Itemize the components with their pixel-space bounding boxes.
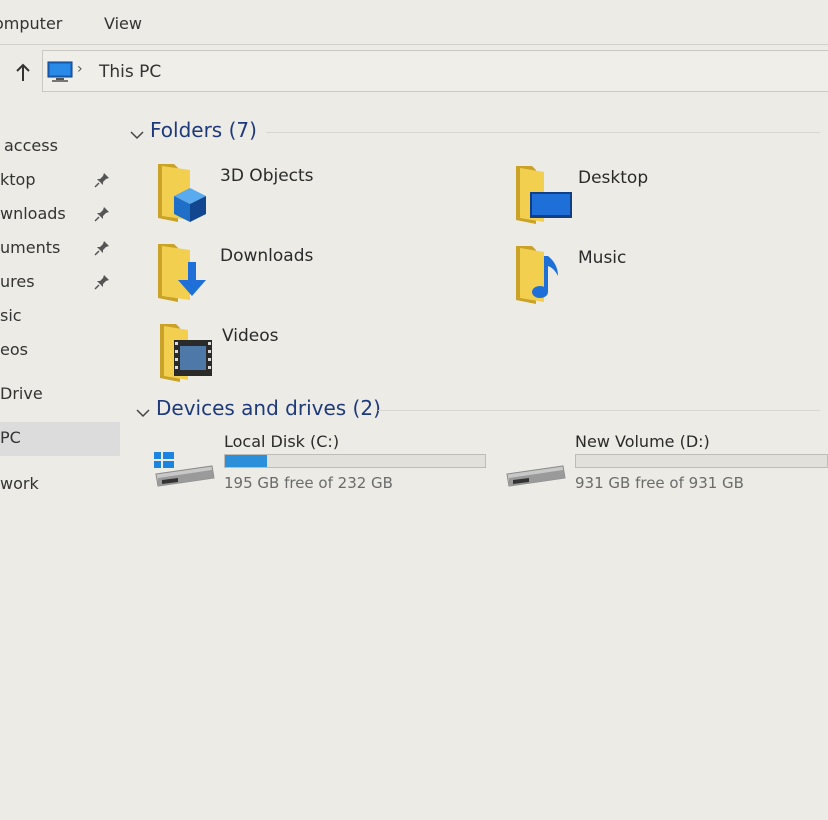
folder-label: Videos: [222, 326, 279, 346]
menu-divider: [0, 44, 828, 45]
drive-usage-bar: [224, 454, 486, 468]
pin-icon[interactable]: [94, 240, 110, 256]
sidebar-item-label: work: [0, 474, 39, 493]
devices-group-header[interactable]: Devices and drives (2): [130, 396, 820, 426]
navigation-bar: › This PC: [0, 48, 828, 96]
sidebar-item-downloads[interactable]: wnloads: [0, 200, 120, 230]
sidebar-item-onedrive[interactable]: Drive: [0, 380, 120, 410]
sidebar-item-label: wnloads: [0, 204, 66, 223]
folders-group-header[interactable]: Folders (7): [130, 118, 820, 148]
sidebar-item-label: sic: [0, 306, 22, 325]
folder-tile-desktop[interactable]: Desktop: [514, 162, 814, 232]
sidebar-item-this-pc[interactable]: PC: [0, 422, 120, 456]
drive-icon: [505, 438, 571, 490]
folder-label: Downloads: [220, 246, 314, 266]
music-folder-icon: [514, 242, 574, 306]
menu-view[interactable]: View: [104, 14, 142, 33]
drive-usage-fill: [225, 455, 267, 467]
content-pane: Folders (7) 3D Objects Desktop Downloads…: [122, 96, 828, 820]
drive-usage-bar: [575, 454, 828, 468]
folders-group-title: Folders (7): [150, 118, 257, 142]
group-divider: [378, 410, 820, 411]
sidebar-item-quick-access[interactable]: access: [0, 132, 120, 162]
desktop-folder-icon: [514, 162, 574, 226]
this-pc-icon: [47, 61, 73, 83]
sidebar-item-label: ktop: [0, 170, 36, 189]
menu-computer[interactable]: omputer: [0, 14, 62, 33]
folder-tile-music[interactable]: Music: [514, 242, 814, 312]
drive-free-space: 931 GB free of 931 GB: [575, 474, 744, 492]
sidebar-item-pictures[interactable]: ures: [0, 268, 120, 298]
sidebar-item-label: access: [4, 136, 58, 155]
sidebar-item-documents[interactable]: uments: [0, 234, 120, 264]
chevron-down-icon[interactable]: [130, 126, 144, 140]
downloads-folder-icon: [156, 240, 216, 304]
videos-folder-icon: [158, 320, 218, 384]
folder-label: Desktop: [578, 168, 649, 188]
breadcrumb-separator[interactable]: ›: [77, 61, 83, 77]
sidebar-item-label: eos: [0, 340, 28, 359]
chevron-down-icon[interactable]: [136, 404, 150, 418]
sidebar-item-desktop[interactable]: ktop: [0, 166, 120, 196]
sidebar-item-label: uments: [0, 238, 61, 257]
drive-tile-c[interactable]: Local Disk (C:) 195 GB free of 232 GB: [154, 432, 494, 502]
breadcrumb-this-pc[interactable]: This PC: [99, 62, 161, 82]
up-arrow-icon[interactable]: [12, 62, 34, 84]
devices-group-title: Devices and drives (2): [156, 396, 381, 420]
system-drive-icon: [154, 438, 220, 490]
menu-bar: omputer View: [0, 0, 828, 48]
sidebar-item-music[interactable]: sic: [0, 302, 120, 332]
folder-tile-downloads[interactable]: Downloads: [156, 240, 456, 310]
drive-free-space: 195 GB free of 232 GB: [224, 474, 393, 492]
drive-name: New Volume (D:): [575, 432, 710, 451]
sidebar-item-label: ures: [0, 272, 35, 291]
sidebar-item-videos[interactable]: eos: [0, 336, 120, 366]
navigation-pane: access ktop wnloads uments ures sic eos …: [0, 96, 122, 820]
sidebar-item-label: PC: [0, 428, 21, 447]
pin-icon[interactable]: [94, 206, 110, 222]
folder-label: Music: [578, 248, 627, 268]
folder-tile-videos[interactable]: Videos: [158, 320, 458, 390]
pin-icon[interactable]: [94, 274, 110, 290]
pin-icon[interactable]: [94, 172, 110, 188]
3d-objects-folder-icon: [156, 160, 216, 224]
address-bar[interactable]: › This PC: [42, 50, 828, 92]
folder-tile-3d-objects[interactable]: 3D Objects: [156, 160, 456, 230]
sidebar-item-label: Drive: [0, 384, 43, 403]
group-divider: [266, 132, 820, 133]
folder-label: 3D Objects: [220, 166, 314, 186]
sidebar-item-network[interactable]: work: [0, 470, 120, 500]
drive-name: Local Disk (C:): [224, 432, 340, 451]
drive-tile-d[interactable]: New Volume (D:) 931 GB free of 931 GB: [505, 432, 828, 502]
